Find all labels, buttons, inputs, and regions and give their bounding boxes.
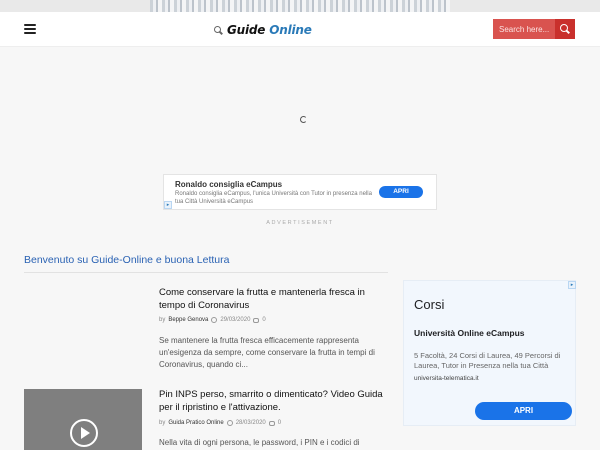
magnifier-logo-icon — [214, 25, 223, 35]
post-title[interactable]: Pin INPS perso, smarrito o dimenticato? … — [159, 388, 389, 414]
clock-icon — [211, 317, 218, 323]
search-button[interactable] — [555, 19, 575, 39]
loading-spinner-icon — [300, 116, 307, 123]
post-date: 28/03/2020 — [235, 420, 266, 426]
site-logo[interactable]: Guide Online — [214, 22, 312, 38]
comment-icon — [268, 420, 275, 426]
top-ad-banner[interactable]: Ronaldo consiglia eCampus Ronaldo consig… — [163, 174, 437, 210]
ad-open-button[interactable]: APRI — [475, 402, 572, 420]
comment-icon — [253, 317, 260, 323]
post-thumbnail[interactable] — [24, 389, 142, 450]
post-by: by — [159, 317, 166, 323]
logo-text-main: Guide — [227, 23, 270, 37]
search-input[interactable] — [493, 19, 555, 39]
ad-description: Ronaldo consiglia eCampus, l'unica Unive… — [175, 191, 372, 205]
ad-headline: Università Online eCampus — [414, 328, 525, 338]
divider — [24, 272, 388, 273]
post-excerpt: Se mantenere la frutta fresca efficaceme… — [159, 336, 375, 369]
post-author[interactable]: Beppe Genova — [168, 317, 208, 323]
adchoices-icon[interactable]: ▸ — [164, 201, 172, 209]
post-comments[interactable]: 0 — [278, 420, 281, 426]
site-header: Guide Online — [0, 12, 600, 47]
adchoices-icon[interactable]: ▸ — [568, 281, 576, 289]
play-icon[interactable] — [70, 419, 98, 447]
sidebar-ad[interactable]: ▸ Corsi Università Online eCampus 5 Faco… — [403, 280, 576, 426]
hamburger-icon[interactable] — [24, 24, 36, 34]
search-box — [493, 19, 576, 39]
post-by: by — [159, 420, 166, 426]
ad-body: 5 Facoltà, 24 Corsi di Laurea, 49 Percor… — [414, 351, 561, 370]
post-comments[interactable]: 0 — [262, 317, 265, 323]
logo-text-accent: Online — [269, 23, 312, 37]
post-author[interactable]: Guida Pratico Online — [168, 420, 223, 426]
clock-icon — [226, 420, 233, 426]
post-title[interactable]: Come conservare la frutta e mantenerla f… — [159, 286, 389, 312]
ad-title: Ronaldo consiglia eCampus — [175, 180, 283, 189]
strip-pattern — [150, 0, 450, 12]
post-excerpt: Nella vita di ogni persona, le password,… — [159, 438, 360, 447]
post-meta: by Beppe Genova 29/03/2020 0 — [159, 317, 266, 323]
search-icon — [560, 24, 570, 34]
ad-open-button[interactable]: APRI — [379, 186, 423, 198]
welcome-heading: Benvenuto su Guide-Online e buona Lettur… — [24, 254, 230, 266]
ad-brand: Corsi — [414, 297, 445, 312]
advertisement-label: ADVERTISEMENT — [266, 220, 334, 226]
post-date: 29/03/2020 — [220, 317, 251, 323]
ad-url: universita-telematica.it — [414, 375, 479, 382]
top-decorative-strip — [0, 0, 600, 12]
post-meta: by Guida Pratico Online 28/03/2020 0 — [159, 420, 281, 426]
